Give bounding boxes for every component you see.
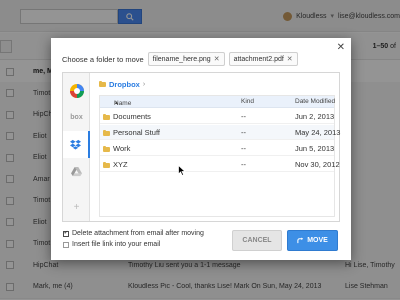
file-browser: box + Dropbox › Name ▲ Kind Date Modifie… xyxy=(62,72,340,222)
mouse-cursor-icon xyxy=(178,165,186,176)
folder-name: Work xyxy=(113,144,131,153)
checkbox-unchecked[interactable] xyxy=(63,241,69,248)
folder-icon xyxy=(103,161,110,168)
sort-icon: ▲ xyxy=(114,100,119,106)
folder-date: Jun 2, 2013 xyxy=(295,112,335,121)
column-date-modified[interactable]: Date Modified xyxy=(295,98,335,105)
close-icon[interactable]: ✕ xyxy=(337,42,345,53)
folder-date: May 24, 2013 xyxy=(295,128,341,137)
dropbox-icon xyxy=(70,139,81,150)
move-attachment-dialog: ✕ Choose a folder to move filename_here.… xyxy=(51,38,351,260)
option-label: Delete attachment from email after movin… xyxy=(72,230,204,237)
folder-table: Name ▲ Kind Date Modified Documents -- Jun… xyxy=(99,95,340,217)
table-header: Name ▲ Kind Date Modified xyxy=(100,96,335,108)
folder-date: Nov 30, 2012 xyxy=(295,160,340,169)
folder-icon xyxy=(103,113,110,120)
folder-name-cell: XYZ xyxy=(103,160,128,169)
folder-kind: -- xyxy=(241,128,246,137)
folder-icon xyxy=(99,81,106,87)
option-delete-after-move[interactable]: ✔ Delete attachment from email after mov… xyxy=(63,228,204,239)
move-button[interactable]: MOVE xyxy=(287,230,338,251)
folder-row[interactable]: XYZ -- Nov 30, 2012 xyxy=(100,157,340,172)
kloudless-logo-icon xyxy=(69,83,84,98)
folder-icon xyxy=(103,145,110,152)
remove-icon[interactable]: ✕ xyxy=(214,55,220,63)
folder-row[interactable]: Work -- Jun 5, 2013 xyxy=(100,141,334,156)
move-options: ✔ Delete attachment from email after mov… xyxy=(63,228,204,250)
option-label: Insert file link into your email xyxy=(72,241,161,248)
chevron-right-icon: › xyxy=(142,80,146,88)
header-label: Choose a folder to move xyxy=(62,54,144,64)
folder-kind: -- xyxy=(241,112,246,121)
breadcrumb-dropbox[interactable]: Dropbox xyxy=(109,80,140,89)
cancel-button[interactable]: CANCEL xyxy=(232,230,282,251)
folder-name-cell: Work xyxy=(103,144,130,153)
column-kind[interactable]: Kind xyxy=(241,98,254,105)
move-label: MOVE xyxy=(307,237,328,244)
service-google-drive[interactable] xyxy=(63,158,90,185)
box-logo-icon: box xyxy=(70,114,83,121)
service-dropbox[interactable] xyxy=(63,131,90,158)
folder-name: Personal Stuff xyxy=(113,128,160,137)
add-service-button[interactable]: + xyxy=(63,201,90,213)
service-box[interactable]: box xyxy=(63,104,90,131)
move-arrow-icon xyxy=(297,237,304,244)
folder-name: XYZ xyxy=(113,160,128,169)
folder-name: Documents xyxy=(113,112,151,121)
folder-icon xyxy=(103,129,110,136)
folder-row[interactable]: Personal Stuff -- May 24, 2013 xyxy=(100,125,340,140)
folder-name-cell: Personal Stuff xyxy=(103,128,160,137)
breadcrumb: Dropbox › xyxy=(99,77,145,91)
folder-kind: -- xyxy=(241,160,246,169)
folder-name-cell: Documents xyxy=(103,112,151,121)
folder-row[interactable]: Documents -- Jun 2, 2013 xyxy=(100,109,334,124)
remove-icon[interactable]: ✕ xyxy=(287,55,293,63)
option-insert-link[interactable]: Insert file link into your email xyxy=(63,239,204,250)
attachment-name: attachment2.pdf xyxy=(233,55,284,63)
service-kloudless[interactable] xyxy=(63,77,90,104)
dialog-header: Choose a folder to move filename_here.pn… xyxy=(62,52,298,66)
attachment-chip[interactable]: filename_here.png ✕ xyxy=(147,52,225,66)
folder-date: Jun 5, 2013 xyxy=(295,144,335,153)
checkbox-checked[interactable]: ✔ xyxy=(63,230,69,237)
attachment-chip[interactable]: attachment2.pdf ✕ xyxy=(228,52,298,66)
google-drive-icon xyxy=(71,166,82,176)
attachment-name: filename_here.png xyxy=(152,55,211,63)
service-sidebar: box + xyxy=(63,73,90,221)
folder-kind: -- xyxy=(241,144,246,153)
